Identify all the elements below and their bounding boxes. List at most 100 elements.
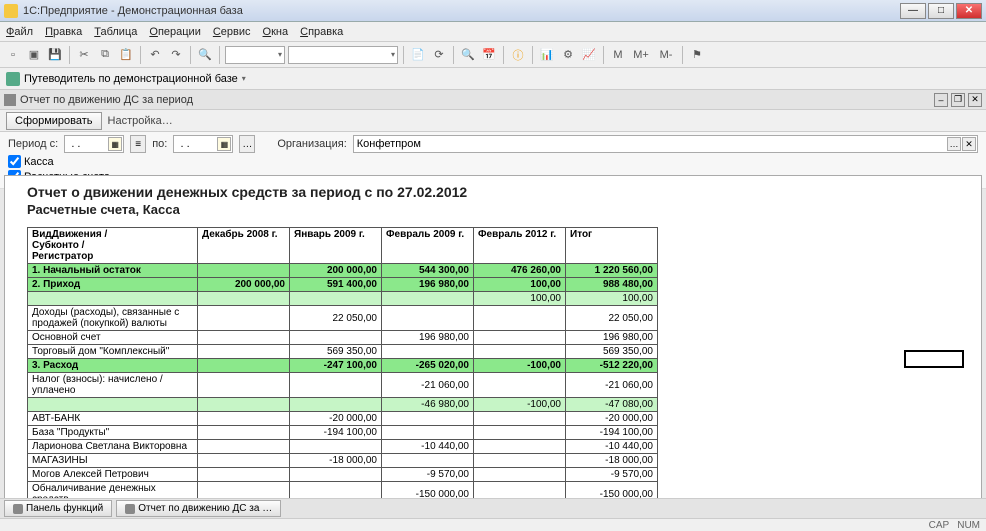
table-row[interactable]: Доходы (расходы), связанные с продажей (…: [28, 306, 658, 331]
separator: [190, 46, 191, 64]
date-to-input[interactable]: . . ▦: [173, 135, 233, 153]
help-icon[interactable]: ⓘ: [509, 46, 527, 64]
table-row[interactable]: -46 980,00-100,00-47 080,00: [28, 398, 658, 412]
bottom-tab-1[interactable]: Отчет по движению ДС за …: [116, 500, 281, 517]
date-from-picker[interactable]: ≡: [130, 135, 146, 153]
menu-справка[interactable]: Справка: [300, 26, 343, 38]
table-row[interactable]: Торговый дом "Комплексный"569 350,00569 …: [28, 345, 658, 359]
table-row[interactable]: МАГАЗИНЫ-18 000,00-18 000,00: [28, 454, 658, 468]
table-row[interactable]: Налог (взносы): начислено / уплачено-21 …: [28, 373, 658, 398]
close-button[interactable]: ✕: [956, 3, 982, 19]
m-plus-button[interactable]: M+: [630, 46, 652, 64]
table-row[interactable]: АВТ-БАНК-20 000,00-20 000,00: [28, 412, 658, 426]
separator: [682, 46, 683, 64]
calendar-icon[interactable]: 📅: [480, 46, 498, 64]
open-icon[interactable]: ▣: [25, 46, 43, 64]
flag-icon[interactable]: ⚑: [688, 46, 706, 64]
titlebar: 1С:Предприятие - Демонстрационная база —…: [0, 0, 986, 22]
window-title: 1С:Предприятие - Демонстрационная база: [23, 5, 898, 17]
find-icon[interactable]: 🔍: [196, 46, 214, 64]
bottom-tabs: Панель функцийОтчет по движению ДС за …: [0, 498, 986, 518]
doc-restore-icon[interactable]: ❐: [951, 93, 965, 107]
stat-icon[interactable]: 📈: [580, 46, 598, 64]
doc-minimize-icon[interactable]: –: [934, 93, 948, 107]
minimize-button[interactable]: —: [900, 3, 926, 19]
calendar-icon[interactable]: ▦: [108, 137, 122, 151]
table-row[interactable]: Основной счет196 980,00196 980,00: [28, 331, 658, 345]
col-period: Итог: [566, 228, 658, 264]
chart-icon[interactable]: 📊: [538, 46, 556, 64]
table-row[interactable]: 1. Начальный остаток200 000,00544 300,00…: [28, 264, 658, 278]
config-icon[interactable]: ⚙: [559, 46, 577, 64]
org-value: Конфетпром: [357, 138, 421, 150]
settings-link[interactable]: Настройка…: [108, 115, 173, 127]
paste-icon[interactable]: 📋: [117, 46, 135, 64]
report-area[interactable]: Отчет о движении денежных средств за пер…: [4, 175, 982, 509]
period-from-label: Период с:: [8, 138, 58, 150]
guide-bar: Путеводитель по демонстрационной базе ▾: [0, 68, 986, 90]
new-icon[interactable]: ▫: [4, 46, 22, 64]
col-period: Февраль 2009 г.: [382, 228, 474, 264]
save-icon[interactable]: 💾: [46, 46, 64, 64]
table-row[interactable]: 100,00100,00: [28, 292, 658, 306]
m-minus-button[interactable]: M-: [655, 46, 677, 64]
menu-таблица[interactable]: Таблица: [94, 26, 137, 38]
doc-close-icon[interactable]: ✕: [968, 93, 982, 107]
command-bar: Сформировать Настройка…: [0, 110, 986, 132]
menu-правка[interactable]: Правка: [45, 26, 82, 38]
org-clear-icon[interactable]: ✕: [962, 137, 976, 151]
main-toolbar: ▫ ▣ 💾 ✂ ⧉ 📋 ↶ ↷ 🔍 📄 ⟳ 🔍 📅 ⓘ 📊 ⚙ 📈 M M+ M…: [0, 42, 986, 68]
floating-selection[interactable]: [904, 350, 964, 368]
guide-icon: [6, 72, 20, 86]
table-row[interactable]: 3. Расход-247 100,00-265 020,00-100,00-5…: [28, 359, 658, 373]
separator: [219, 46, 220, 64]
refresh-icon[interactable]: ⟳: [430, 46, 448, 64]
menu-окна[interactable]: Окна: [263, 26, 289, 38]
copy-icon[interactable]: ⧉: [96, 46, 114, 64]
col-period: Декабрь 2008 г.: [198, 228, 290, 264]
generate-button[interactable]: Сформировать: [6, 112, 102, 130]
menu-файл[interactable]: Файл: [6, 26, 33, 38]
table-row[interactable]: Ларионова Светлана Викторовна-10 440,00-…: [28, 440, 658, 454]
chevron-down-icon[interactable]: ▾: [242, 74, 246, 83]
menubar: Файл Правка Таблица Операции Сервис Окна Справ…: [0, 22, 986, 42]
col-desc: ВидДвижения / Субконто / Регистратор: [28, 228, 198, 264]
checkbox-kassa[interactable]: Касса: [8, 155, 54, 168]
report-title: Отчет о движении денежных средств за пер…: [27, 184, 959, 200]
magnify-icon[interactable]: 🔍: [459, 46, 477, 64]
redo-icon[interactable]: ↷: [167, 46, 185, 64]
list-icon[interactable]: 📄: [409, 46, 427, 64]
document-tab-row: Отчет по движению ДС за период – ❐ ✕: [0, 90, 986, 110]
undo-icon[interactable]: ↶: [146, 46, 164, 64]
date-from-input[interactable]: . . ▦: [64, 135, 124, 153]
doc-icon: [4, 94, 16, 106]
combo-1[interactable]: [225, 46, 285, 64]
m-button[interactable]: M: [609, 46, 627, 64]
separator: [453, 46, 454, 64]
separator: [603, 46, 604, 64]
status-bar: CAP NUM: [0, 518, 986, 531]
cut-icon[interactable]: ✂: [75, 46, 93, 64]
separator: [69, 46, 70, 64]
status-num: NUM: [957, 520, 980, 531]
org-select-icon[interactable]: …: [947, 137, 961, 151]
separator: [140, 46, 141, 64]
report-subtitle: Расчетные счета, Касса: [27, 202, 959, 217]
combo-2[interactable]: [288, 46, 398, 64]
menu-операции[interactable]: Операции: [149, 26, 200, 38]
col-period: Январь 2009 г.: [290, 228, 382, 264]
guide-label[interactable]: Путеводитель по демонстрационной базе: [24, 73, 238, 85]
table-row[interactable]: Могов Алексей Петрович-9 570,00-9 570,00: [28, 468, 658, 482]
table-row[interactable]: База "Продукты"-194 100,00-194 100,00: [28, 426, 658, 440]
separator: [403, 46, 404, 64]
bottom-tab-0[interactable]: Панель функций: [4, 500, 112, 517]
table-row[interactable]: 2. Приход200 000,00591 400,00196 980,001…: [28, 278, 658, 292]
separator: [503, 46, 504, 64]
calendar-icon[interactable]: ▦: [217, 137, 231, 151]
menu-сервис[interactable]: Сервис: [213, 26, 251, 38]
date-to-picker[interactable]: …: [239, 135, 255, 153]
org-input[interactable]: Конфетпром … ✕: [353, 135, 978, 153]
period-to-label: по:: [152, 138, 167, 150]
status-cap: CAP: [929, 520, 950, 531]
maximize-button[interactable]: □: [928, 3, 954, 19]
